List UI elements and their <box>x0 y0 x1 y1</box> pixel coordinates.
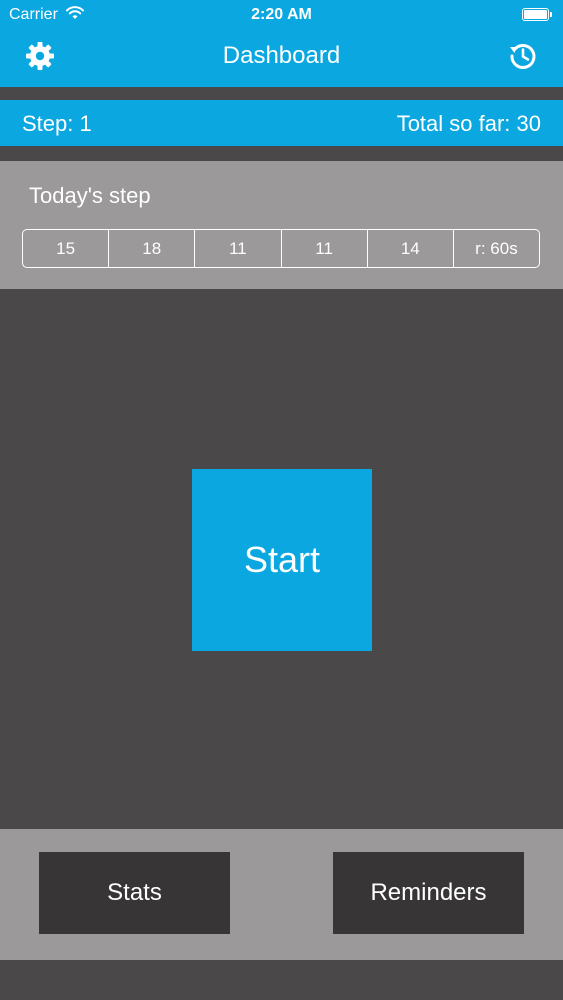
segment-rest: r: 60s <box>475 238 518 258</box>
bottom-panel: Stats Reminders <box>0 829 563 960</box>
segment-set-2: 18 <box>109 230 196 267</box>
todays-step-label: Today's step <box>29 183 151 208</box>
top-bar: Carrier 2:20 AM Dashboard <box>0 0 563 87</box>
reminders-button[interactable]: Reminders <box>333 852 524 934</box>
segment-set-3: 11 <box>195 230 282 267</box>
stats-button[interactable]: Stats <box>39 852 230 934</box>
screen: Carrier 2:20 AM Dashboard Step: 1 Total … <box>0 0 563 1000</box>
status-bar: Carrier 2:20 AM <box>0 0 563 30</box>
battery-icon <box>522 8 552 21</box>
segment-set-1: 15 <box>23 230 110 267</box>
page-title: Dashboard <box>222 42 341 69</box>
todays-step-panel: Today's step 15 18 11 11 14 r: 60s <box>0 161 563 289</box>
current-step-label: Step: 1 <box>22 111 92 136</box>
total-so-far-label: Total so far: 30 <box>396 111 541 136</box>
segment-set-4: 11 <box>282 230 368 267</box>
start-button[interactable]: Start <box>192 469 372 651</box>
status-time: 2:20 AM <box>251 6 312 23</box>
segment-set-5: 14 <box>368 230 454 267</box>
step-summary-bar: Step: 1 Total so far: 30 <box>0 100 563 146</box>
history-icon[interactable] <box>507 40 539 72</box>
todays-step-segments: 15 18 11 11 14 r: 60s <box>22 229 540 268</box>
